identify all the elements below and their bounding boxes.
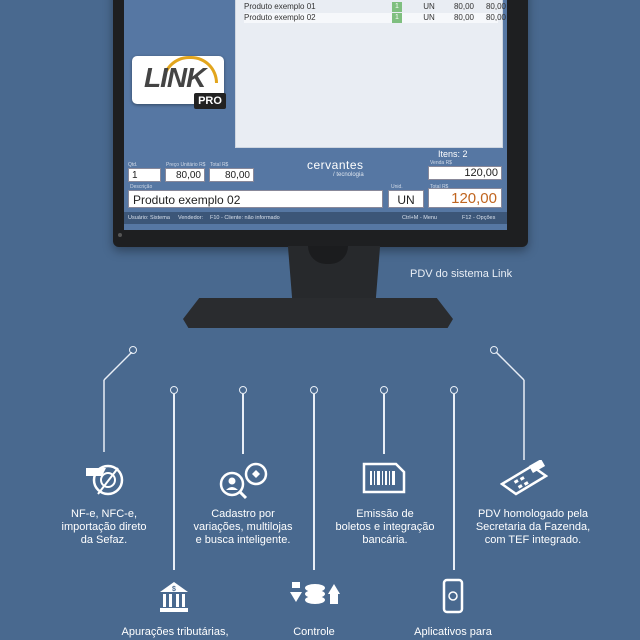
smartphone-icon [442, 578, 464, 614]
list-item[interactable]: Produto exemplo 01 1 UN 80,00 80,00 [244, 2, 506, 12]
barcode-icon [362, 462, 406, 494]
feature-line: Cadastro por [211, 508, 275, 520]
status-client[interactable]: F10 - Cliente: não informado [210, 215, 280, 221]
feature-boletos: Emissão de boletos e integração bancária… [314, 508, 456, 547]
feature-line: Controle [293, 626, 335, 638]
product-total: 80,00 [485, 13, 506, 22]
feature-line: Aplicativos para [414, 626, 492, 638]
product-name: Produto exemplo 02 [244, 13, 316, 22]
feature-line: bancária. [362, 534, 408, 546]
feature-apuracoes: Apurações tributárias, [100, 626, 250, 639]
items-count: Itens: 2 [438, 149, 468, 159]
feature-cadastro: Cadastro por variações, multilojas e bus… [172, 508, 314, 547]
bank-icon: $ [158, 580, 190, 614]
status-options[interactable]: F12 - Opções [462, 215, 495, 221]
description-field[interactable]: Produto exemplo 02 [128, 190, 383, 208]
money-flow-icon [290, 580, 340, 606]
venda-field[interactable]: 120,00 [428, 166, 502, 180]
grand-total-field: 120,00 [428, 188, 502, 208]
price-field[interactable]: 80,00 [165, 168, 205, 182]
product-list: Produto exemplo 01 1 UN 80,00 80,00 Prod… [235, 0, 506, 148]
product-name: Produto exemplo 01 [244, 2, 316, 11]
feature-controle: Controle [254, 626, 374, 639]
search-user-icon [218, 462, 270, 500]
connector-line [242, 394, 244, 454]
logo-badge: PRO [194, 93, 226, 109]
feature-line: da Sefaz. [80, 534, 128, 546]
feature-aplicativos: Aplicativos para [390, 626, 516, 639]
connector-dot [239, 386, 247, 394]
feature-line: importação direto [61, 521, 147, 533]
status-menu[interactable]: Ctrl+M - Menu [402, 215, 437, 221]
brand-name: cervantes [307, 158, 364, 172]
connector-dot [170, 386, 178, 394]
logo-text: LINK [144, 62, 206, 93]
product-qty: 1 [392, 13, 402, 23]
feature-line: Secretaria da Fazenda, [475, 521, 591, 533]
svg-text:$: $ [172, 586, 176, 593]
feature-line: Emissão de [356, 508, 414, 520]
list-item[interactable]: Produto exemplo 02 1 UN 80,00 80,00 [244, 13, 506, 23]
monitor-base [183, 298, 453, 328]
product-unit: UN [423, 13, 435, 22]
power-led [118, 233, 122, 237]
feature-line: com TEF integrado. [484, 534, 582, 546]
card-terminal-icon [500, 460, 548, 498]
feature-line: PDV homologado pela [477, 508, 589, 520]
connector-line [495, 352, 525, 460]
feature-line: e busca inteligente. [195, 534, 291, 546]
status-seller: Vendedor: [178, 215, 204, 221]
feature-pdv: PDV homologado pela Secretaria da Fazend… [458, 508, 608, 547]
product-unit-price: 80,00 [453, 2, 474, 11]
connector-dot [380, 386, 388, 394]
feature-line: boletos e integração [335, 521, 435, 533]
brand-subtitle: / tecnologia [333, 172, 364, 178]
product-unit-price: 80,00 [453, 13, 474, 22]
connector-line [103, 352, 133, 452]
unit-field[interactable]: UN [388, 190, 424, 208]
nfe-icon [84, 458, 126, 502]
qty-field[interactable]: 1 [128, 168, 161, 182]
connector-line [383, 394, 385, 454]
status-user: Usuário: Sistema [128, 215, 170, 221]
caption: PDV do sistema Link [410, 268, 513, 280]
connector-dot [450, 386, 458, 394]
product-unit: UN [423, 2, 435, 11]
feature-line: variações, multilojas [193, 521, 293, 533]
product-qty: 1 [392, 2, 402, 12]
feature-line: Apurações tributárias, [121, 626, 229, 638]
total-field[interactable]: 80,00 [209, 168, 254, 182]
feature-line: NF-e, NFC-e, [71, 508, 137, 520]
connector-dot [310, 386, 318, 394]
feature-nfe: NF-e, NFC-e, importação direto da Sefaz. [34, 508, 174, 547]
product-total: 80,00 [485, 2, 506, 11]
